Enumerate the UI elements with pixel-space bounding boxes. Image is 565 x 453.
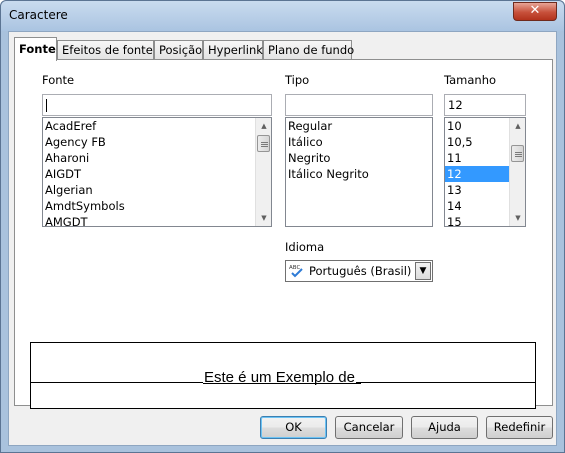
font-list[interactable]: AcadEref Agency FB Aharoni AIGDT Algeria…: [42, 117, 272, 227]
list-item[interactable]: Regular: [286, 118, 432, 134]
list-item[interactable]: AmdtSymbols: [43, 198, 271, 214]
scroll-thumb[interactable]: [257, 135, 270, 152]
list-item[interactable]: 14: [445, 198, 509, 214]
window-title: Caractere: [9, 8, 68, 22]
title-bar[interactable]: Caractere ✕: [1, 1, 564, 31]
style-input[interactable]: [285, 94, 433, 116]
ok-button[interactable]: OK: [260, 416, 327, 439]
list-item-selected[interactable]: 12: [445, 166, 509, 182]
dialog-client: Fonte Efeitos de fonte Posição Hyperlink…: [8, 31, 557, 446]
scroll-up-icon[interactable]: ▲: [256, 118, 271, 134]
size-input[interactable]: 12: [444, 94, 526, 116]
list-item[interactable]: 10: [445, 118, 509, 134]
tab-hyperlink[interactable]: Hyperlink: [203, 40, 263, 60]
language-select[interactable]: ABC Português (Brasil) ▼: [285, 260, 433, 282]
scroll-down-icon[interactable]: ▼: [510, 210, 525, 226]
font-list-scrollbar[interactable]: ▲ ▼: [255, 118, 271, 226]
tab-panel-font: Fonte AcadEref Agency FB Aharoni AIGDT A…: [14, 59, 553, 409]
list-item[interactable]: AIGDT: [43, 166, 271, 182]
scroll-thumb[interactable]: [511, 145, 524, 162]
size-list[interactable]: 10 10,5 11 12 13 14 15 ▲ ▼: [444, 117, 526, 227]
size-label: Tamanho: [444, 73, 497, 87]
scroll-down-icon[interactable]: ▼: [256, 210, 271, 226]
list-item[interactable]: 11: [445, 150, 509, 166]
help-button[interactable]: Ajuda: [411, 416, 478, 439]
style-list[interactable]: Regular Itálico Negrito Itálico Negrito: [285, 117, 433, 227]
list-item[interactable]: AcadEref: [43, 118, 271, 134]
list-item[interactable]: Negrito: [286, 150, 432, 166]
font-preview: Este é um Exemplo de: [30, 342, 536, 409]
tab-background[interactable]: Plano de fundo: [263, 40, 354, 60]
svg-text:ABC: ABC: [289, 265, 300, 271]
reset-button[interactable]: Redefinir: [486, 416, 553, 439]
tab-position[interactable]: Posição: [154, 40, 203, 60]
list-item[interactable]: 15: [445, 214, 509, 226]
list-item[interactable]: 10,5: [445, 134, 509, 150]
size-list-scrollbar[interactable]: ▲ ▼: [509, 118, 525, 226]
list-item[interactable]: Aharoni: [43, 150, 271, 166]
list-item[interactable]: 13: [445, 182, 509, 198]
preview-underline: [203, 383, 361, 384]
tab-font[interactable]: Fonte: [14, 37, 57, 61]
list-item[interactable]: Algerian: [43, 182, 271, 198]
language-label: Idioma: [285, 240, 325, 254]
close-button[interactable]: ✕: [513, 2, 557, 21]
list-item[interactable]: AMGDT: [43, 214, 271, 226]
font-name-input[interactable]: [42, 94, 272, 116]
language-value: Português (Brasil): [309, 264, 412, 278]
list-item[interactable]: Itálico Negrito: [286, 166, 432, 182]
cancel-button[interactable]: Cancelar: [335, 416, 403, 439]
font-label: Fonte: [42, 73, 75, 87]
chevron-down-icon[interactable]: ▼: [415, 262, 431, 280]
close-icon: ✕: [529, 3, 541, 18]
scroll-up-icon[interactable]: ▲: [510, 118, 525, 134]
list-item[interactable]: Agency FB: [43, 134, 271, 150]
abc-spellcheck-icon: ABC: [289, 263, 305, 279]
tab-font-effects[interactable]: Efeitos de fonte: [57, 40, 154, 60]
dialog-window: Caractere ✕ Fonte Efeitos de fonte Posiç…: [0, 0, 565, 453]
style-label: Tipo: [285, 73, 310, 87]
list-item[interactable]: Itálico: [286, 134, 432, 150]
